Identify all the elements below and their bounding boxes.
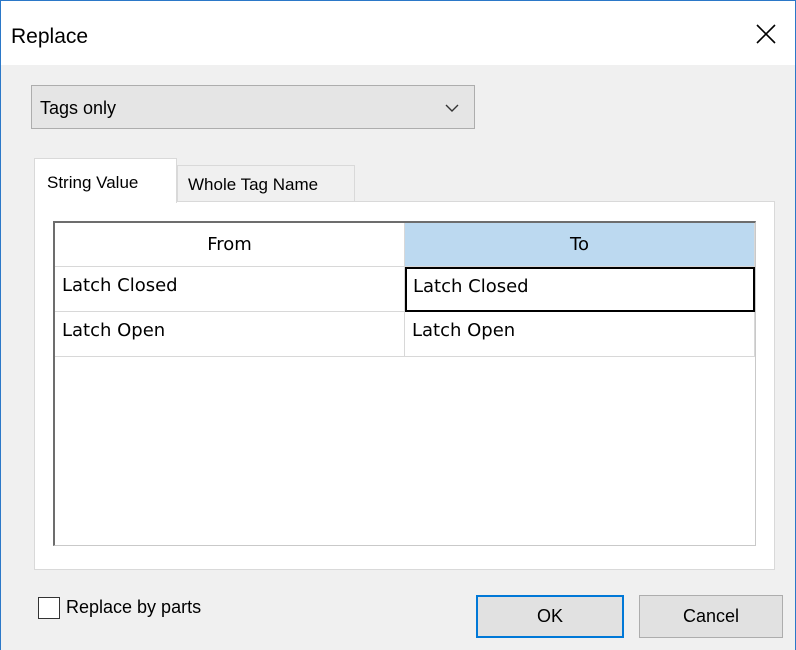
close-button[interactable] [737,9,795,59]
replace-by-parts-checkbox[interactable] [38,597,60,619]
cancel-button[interactable]: Cancel [639,595,783,638]
close-icon [756,24,776,44]
tab-whole-tag-name[interactable]: Whole Tag Name [177,165,355,202]
chevron-down-icon [445,104,459,112]
replace-by-parts-option[interactable]: Replace by parts [38,596,201,620]
grid-cell-to[interactable]: Latch Open [405,312,755,357]
grid-cell-from[interactable]: Latch Open [55,312,405,357]
replace-dialog: Replace Tags only String Value Whole Tag… [0,0,796,650]
scope-dropdown[interactable]: Tags only [31,85,475,129]
column-header-from[interactable]: From [55,223,405,267]
title-bar[interactable]: Replace [1,1,795,65]
tab-whole-tag-name-label: Whole Tag Name [188,175,319,194]
replace-by-parts-label[interactable]: Replace by parts [66,596,201,618]
tab-string-value[interactable]: String Value [34,158,177,203]
column-header-to[interactable]: To [405,223,755,267]
ok-button[interactable]: OK [476,595,624,638]
tab-string-value-label: String Value [47,173,139,192]
grid-cell-to[interactable]: Latch Closed [405,267,755,312]
replace-grid[interactable]: From To Latch Closed Latch Closed Latch … [53,221,756,546]
grid-cell-from[interactable]: Latch Closed [55,267,405,312]
dialog-title: Replace [11,25,89,48]
scope-dropdown-value: Tags only [40,98,117,118]
